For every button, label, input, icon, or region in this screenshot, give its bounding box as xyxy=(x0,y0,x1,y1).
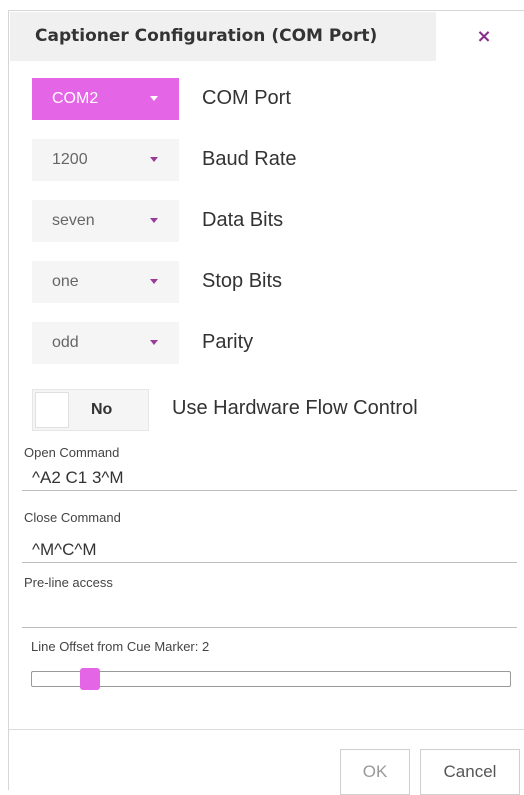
baud-rate-select[interactable]: 1200 xyxy=(32,139,179,181)
chevron-down-icon xyxy=(150,218,158,223)
chevron-down-icon xyxy=(150,96,158,101)
line-offset-slider[interactable] xyxy=(31,668,511,690)
pre-line-access-label: Pre-line access xyxy=(24,575,113,590)
data-bits-label: Data Bits xyxy=(202,209,284,231)
baud-rate-label: Baud Rate xyxy=(202,148,297,170)
com-port-value: COM2 xyxy=(52,90,99,107)
parity-select[interactable]: odd xyxy=(32,322,179,364)
chevron-down-icon xyxy=(150,340,158,345)
stop-bits-value: one xyxy=(52,273,79,290)
com-port-label: COM Port xyxy=(202,87,291,109)
parity-label: Parity xyxy=(202,331,254,353)
toggle-knob xyxy=(35,392,69,428)
close-command-input[interactable] xyxy=(22,537,517,563)
chevron-down-icon xyxy=(150,157,158,162)
baud-rate-value: 1200 xyxy=(52,151,88,168)
com-port-select[interactable]: COM2 xyxy=(32,78,179,120)
stop-bits-label: Stop Bits xyxy=(202,270,283,292)
data-bits-value: seven xyxy=(52,212,95,229)
line-offset-label: Line Offset from Cue Marker: 2 xyxy=(31,639,210,654)
footer-divider xyxy=(9,729,524,730)
slider-thumb[interactable] xyxy=(79,668,100,690)
cancel-button[interactable]: Cancel xyxy=(420,749,520,795)
parity-value: odd xyxy=(52,334,79,351)
dialog-title-bar: Captioner Configuration (COM Port) xyxy=(10,12,436,61)
chevron-down-icon xyxy=(150,279,158,284)
pre-line-access-input[interactable] xyxy=(22,602,517,628)
toggle-state-text: No xyxy=(91,401,113,418)
data-bits-select[interactable]: seven xyxy=(32,200,179,242)
flow-control-label: Use Hardware Flow Control xyxy=(172,397,418,419)
open-command-label: Open Command xyxy=(24,445,120,460)
close-command-label: Close Command xyxy=(24,510,121,525)
ok-button[interactable]: OK xyxy=(340,749,410,795)
open-command-input[interactable] xyxy=(22,465,517,491)
stop-bits-select[interactable]: one xyxy=(32,261,179,303)
dialog-title: Captioner Configuration (COM Port) xyxy=(35,26,378,46)
flow-control-toggle[interactable]: No xyxy=(32,389,149,431)
captioner-config-dialog: Captioner Configuration (COM Port) × COM… xyxy=(8,10,524,795)
close-icon[interactable]: × xyxy=(449,19,519,55)
